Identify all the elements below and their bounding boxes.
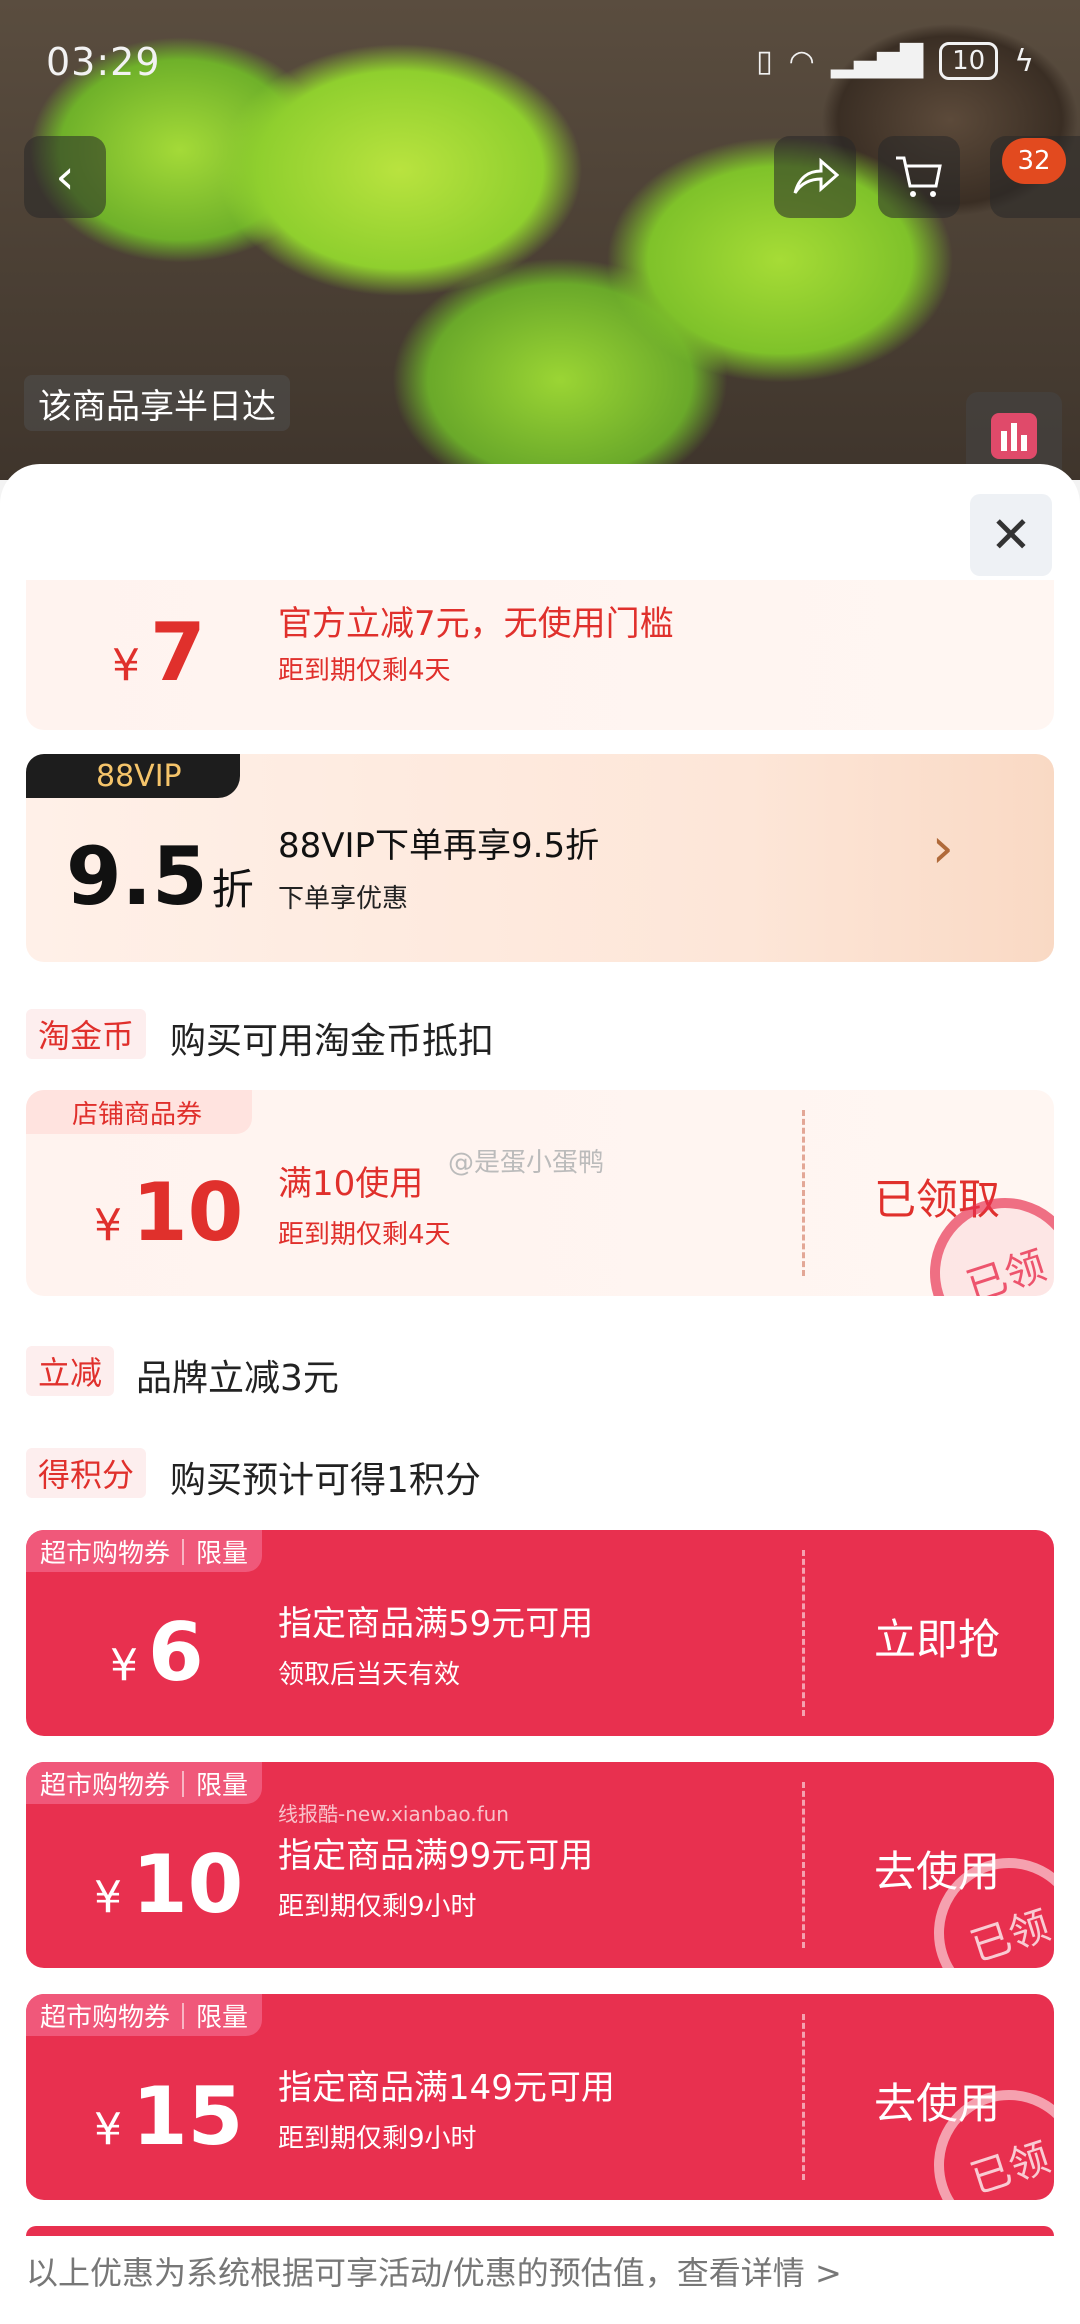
close-button[interactable]: ✕	[970, 494, 1052, 576]
brand-discount-label: 立减	[26, 1346, 115, 1396]
chevron-right-icon: ›	[931, 816, 954, 881]
market-title-3: 指定商品满149元可用	[278, 2068, 615, 2108]
market-sub-1: 领取后当天有效	[278, 1660, 461, 1690]
status-time: 03:29	[46, 40, 161, 84]
status-icons: ▯ ◠ ▂▄▆█ 10 ϟ	[756, 42, 1034, 80]
market-coupon-tag: 超市购物券｜限量	[26, 1994, 263, 2036]
yen-symbol: ¥	[94, 1200, 122, 1251]
coupon-divider	[802, 1110, 805, 1276]
market-price-3: ¥ 15	[94, 2070, 243, 2163]
store-expiry: 距到期仅剩4天	[278, 1220, 451, 1250]
market-price-2: ¥ 10	[94, 1838, 243, 1931]
vip-unit: 折	[211, 865, 254, 914]
store-amount: 10	[132, 1166, 244, 1259]
market-coupon-tag: 超市购物券｜限量	[26, 1762, 263, 1804]
vip-amount: 9.5	[66, 830, 208, 923]
close-icon: ✕	[990, 506, 1032, 564]
official-title: 官方立减7元，无使用门槛	[278, 604, 674, 644]
brand-discount-text: 品牌立减3元	[136, 1358, 339, 1399]
back-button[interactable]: ‹	[24, 136, 106, 218]
market-sub-3: 距到期仅剩9小时	[278, 2124, 477, 2154]
vip-tag: 88VIP	[26, 754, 240, 798]
vip-card[interactable]: 88VIP 9.5 折 88VIP下单再享9.5折 下单享优惠 ›	[26, 754, 1054, 962]
vip-title: 88VIP下单再享9.5折	[278, 826, 600, 866]
coupon-divider	[802, 2014, 805, 2180]
footer-note[interactable]: 以上优惠为系统根据可享活动/优惠的预估值，查看详情 >	[26, 2248, 842, 2294]
taojinbi-text: 购买可用淘金币抵扣	[170, 1021, 495, 1062]
market-sub-2: 距到期仅剩9小时	[278, 1892, 477, 1922]
coupon-divider	[802, 1550, 805, 1716]
market-coupon-1: 超市购物券｜限量 ¥ 6 指定商品满59元可用 领取后当天有效 立即抢	[26, 1530, 1054, 1736]
vibrate-icon: ▯	[756, 43, 773, 79]
coupon-sheet: ✕ ¥ 7 官方立减7元，无使用门槛 距到期仅剩4天 88VIP 9.5 折 8…	[0, 464, 1080, 2324]
chevron-left-icon: ‹	[55, 149, 75, 205]
charging-icon: ϟ	[1014, 43, 1034, 79]
yen-symbol: ¥	[112, 640, 140, 691]
market-coupon-2: 超市购物券｜限量 ¥ 10 指定商品满99元可用 距到期仅剩9小时 去使用 已领	[26, 1762, 1054, 1968]
official-coupon-card: ¥ 7 官方立减7元，无使用门槛 距到期仅剩4天	[26, 580, 1054, 730]
status-bar: 03:29 ▯ ◠ ▂▄▆█ 10 ϟ	[0, 0, 1080, 110]
market-price-1: ¥ 6	[110, 1606, 204, 1699]
bar-chart-icon	[991, 413, 1037, 459]
signal-icon: ▂▄▆█	[830, 43, 924, 79]
market-coupon-tag: 超市购物券｜限量	[26, 1530, 263, 1572]
official-price: ¥ 7	[112, 606, 206, 699]
vip-sub: 下单享优惠	[278, 884, 409, 914]
share-button[interactable]	[774, 136, 856, 218]
site-watermark: 线报酷-new.xianbao.fun	[278, 1802, 509, 1826]
yen-symbol: ¥	[94, 2104, 122, 2155]
official-amount: 7	[150, 606, 206, 699]
battery-icon: 10	[939, 42, 999, 80]
taojinbi-label: 淘金币	[26, 1009, 147, 1059]
coupon-divider	[802, 1782, 805, 1948]
market-amount-1: 6	[148, 1606, 204, 1699]
points-label: 得积分	[26, 1448, 147, 1498]
store-coupon-card: 店铺商品券 ¥ 10 满10使用 距到期仅剩4天 已领取 已领	[26, 1090, 1054, 1296]
battery-level: 10	[952, 46, 986, 76]
market-amount-2: 10	[132, 1838, 244, 1931]
market-coupon-3: 超市购物券｜限量 ¥ 15 指定商品满149元可用 距到期仅剩9小时 去使用 已…	[26, 1994, 1054, 2200]
store-price: ¥ 10	[94, 1166, 243, 1259]
market-title-2: 指定商品满99元可用	[278, 1836, 594, 1876]
cart-badge: 32	[1002, 138, 1066, 184]
delivery-tag: 该商品享半日达	[24, 375, 290, 431]
next-coupon-edge	[26, 2226, 1054, 2236]
points-text: 购买预计可得1积分	[170, 1460, 481, 1501]
store-coupon-tag: 店铺商品券	[26, 1090, 253, 1134]
store-title: 满10使用	[278, 1164, 424, 1204]
official-expiry: 距到期仅剩4天	[278, 656, 451, 686]
vip-discount: 9.5 折	[66, 830, 254, 923]
weibo-watermark: @是蛋小蛋鸭	[448, 1148, 605, 1178]
cart-button[interactable]	[878, 136, 960, 218]
grab-button[interactable]: 立即抢	[874, 1606, 1000, 1667]
share-icon	[793, 157, 839, 194]
cart-icon	[896, 156, 942, 197]
yen-symbol: ¥	[94, 1872, 122, 1923]
market-amount-3: 15	[132, 2070, 244, 2163]
wifi-icon: ◠	[788, 43, 815, 79]
market-title-1: 指定商品满59元可用	[278, 1604, 594, 1644]
yen-symbol: ¥	[110, 1640, 138, 1691]
